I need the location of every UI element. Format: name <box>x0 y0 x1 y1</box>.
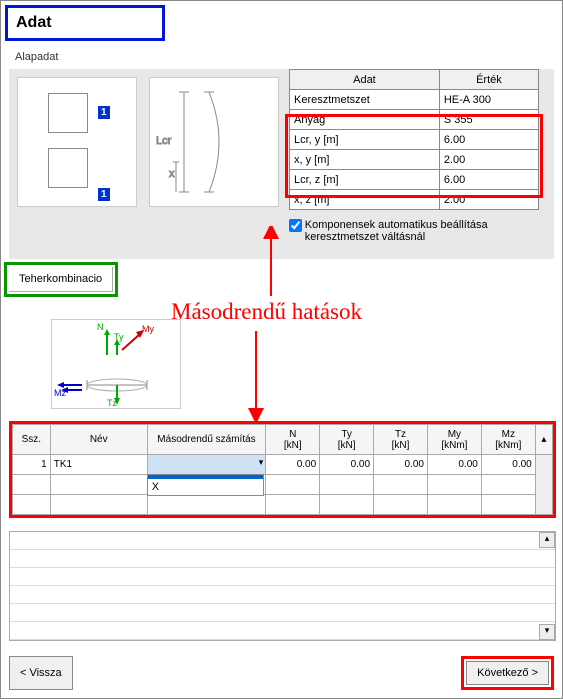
col-masod[interactable]: Másodrendű számítás <box>147 425 266 455</box>
table-row[interactable] <box>13 495 553 515</box>
col-N[interactable]: N[kN] <box>266 425 320 455</box>
badge-2: 1 <box>98 188 110 201</box>
properties-table: Adat Érték KeresztmetszetHE-A 300 AnyagS… <box>289 69 539 210</box>
cell-Mz[interactable]: 0.00 <box>481 455 535 475</box>
prop-attr: Keresztmetszet <box>290 90 440 110</box>
axis-my: My <box>142 324 154 334</box>
col-Mz[interactable]: Mz[kNm] <box>481 425 535 455</box>
lower-empty-grid: ▾ ▴ <box>9 531 556 641</box>
load-axes-diagram: N Ty My Mz Tz <box>51 319 181 409</box>
chevron-down-icon[interactable]: ▾ <box>259 457 264 468</box>
axis-n: N <box>97 322 104 332</box>
svg-text:Lcr: Lcr <box>156 135 172 147</box>
annotation-text: Másodrendű hatások <box>171 299 362 325</box>
cell-Tz[interactable]: 0.00 <box>374 455 428 475</box>
footer-bar: < Vissza Következő > <box>9 656 554 690</box>
section-square-bottom <box>48 148 88 188</box>
tab-teherkombinacio[interactable]: Teherkombinacio <box>9 267 113 292</box>
prop-val[interactable]: S 355 <box>439 110 538 130</box>
prop-attr: x, y [m] <box>290 150 440 170</box>
axis-mz: Mz <box>54 388 66 398</box>
back-button[interactable]: < Vissza <box>9 656 73 690</box>
load-combinations-table: Ssz. Név Másodrendű számítás N[kN] Ty[kN… <box>12 424 553 515</box>
scrollbar-track[interactable] <box>535 455 552 515</box>
prop-attr: x, z [m] <box>290 190 440 210</box>
auto-components-checkbox[interactable] <box>289 219 302 232</box>
cell-N[interactable]: 0.00 <box>266 455 320 475</box>
svg-text:x: x <box>169 168 175 180</box>
auto-components-row: Komponensek automatikus beállítása keres… <box>289 219 549 243</box>
prop-attr: Lcr, y [m] <box>290 130 440 150</box>
axis-ty: Ty <box>114 332 124 342</box>
prop-val[interactable]: 6.00 <box>439 170 538 190</box>
cell-masod-dropdown[interactable]: ▾ X <box>147 455 266 475</box>
col-My[interactable]: My[kNm] <box>427 425 481 455</box>
cell-Ty[interactable]: 0.00 <box>320 455 374 475</box>
prop-val[interactable]: 6.00 <box>439 130 538 150</box>
prop-val[interactable]: 2.00 <box>439 190 538 210</box>
alapadat-panel: 1 1 Lcr x Adat Érték KeresztmetszetHE-A … <box>9 69 554 259</box>
axis-tz: Tz <box>107 398 117 408</box>
table-row[interactable]: 1 TK1 ▾ X 0.00 0.00 0.00 0.00 0.00 <box>13 455 553 475</box>
badge-1: 1 <box>98 106 110 119</box>
section-diagram-2: Lcr x <box>149 77 279 207</box>
next-button[interactable]: Következő > <box>466 661 549 685</box>
col-ssz[interactable]: Ssz. <box>13 425 51 455</box>
scroll-up-icon[interactable]: ▴ <box>539 532 555 548</box>
col-nev[interactable]: Név <box>50 425 147 455</box>
section-alapadat-label: Alapadat <box>7 47 562 67</box>
table-row[interactable] <box>13 475 553 495</box>
col-Tz[interactable]: Tz[kN] <box>374 425 428 455</box>
section-square-top <box>48 93 88 133</box>
scroll-up-icon[interactable]: ▴ <box>535 425 552 455</box>
load-table-highlight: Ssz. Név Másodrendű számítás N[kN] Ty[kN… <box>9 421 556 518</box>
prop-val[interactable]: HE-A 300 <box>439 90 538 110</box>
props-header-val: Érték <box>439 70 538 90</box>
prop-attr: Anyag <box>290 110 440 130</box>
scroll-down-icon[interactable]: ▾ <box>539 624 555 640</box>
prop-attr: Lcr, z [m] <box>290 170 440 190</box>
cell-ssz[interactable]: 1 <box>13 455 51 475</box>
annotation-arrow-down <box>236 326 276 426</box>
prop-val[interactable]: 2.00 <box>439 150 538 170</box>
auto-components-label: Komponensek automatikus beállítása keres… <box>305 219 525 243</box>
section-diagram-1: 1 1 <box>17 77 137 207</box>
buckling-curve-icon: Lcr x <box>154 82 274 202</box>
window-title: Adat <box>5 5 165 41</box>
props-header-attr: Adat <box>290 70 440 90</box>
dropdown-option-x[interactable]: X <box>148 479 264 495</box>
next-button-highlight: Következő > <box>461 656 554 690</box>
col-Ty[interactable]: Ty[kN] <box>320 425 374 455</box>
dropdown-list: X <box>147 474 265 496</box>
cell-nev[interactable]: TK1 <box>50 455 147 475</box>
cell-My[interactable]: 0.00 <box>427 455 481 475</box>
